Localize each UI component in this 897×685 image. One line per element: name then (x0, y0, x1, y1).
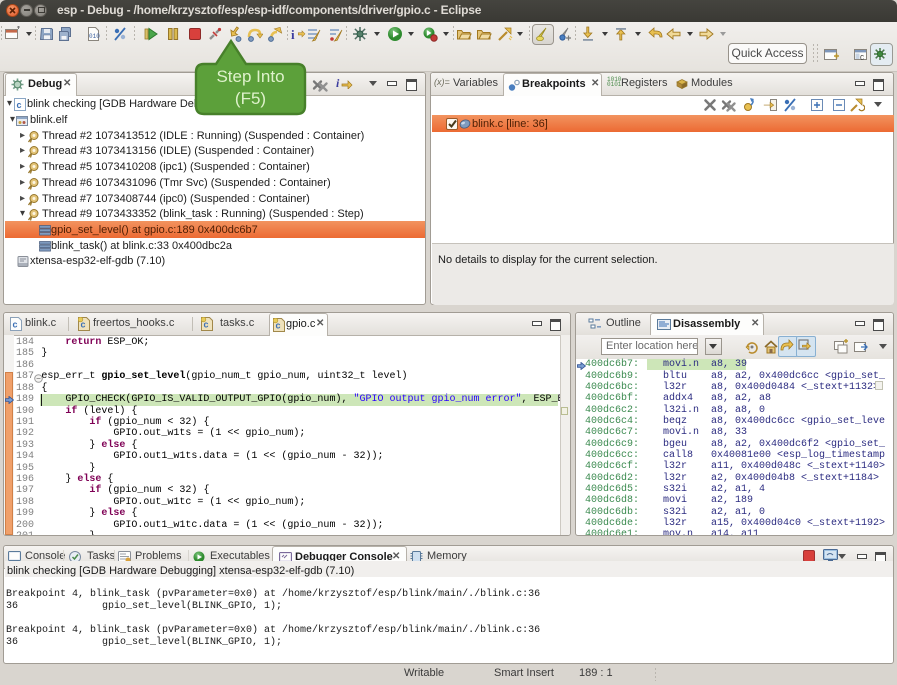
svg-text:c: c (276, 321, 281, 331)
svg-text:c: c (13, 320, 18, 330)
svg-text:C: C (860, 55, 864, 63)
svg-text:c: c (204, 320, 209, 330)
svg-text:c: c (17, 100, 22, 110)
svg-text:c: c (81, 320, 86, 330)
svg-text:010: 010 (89, 33, 100, 40)
